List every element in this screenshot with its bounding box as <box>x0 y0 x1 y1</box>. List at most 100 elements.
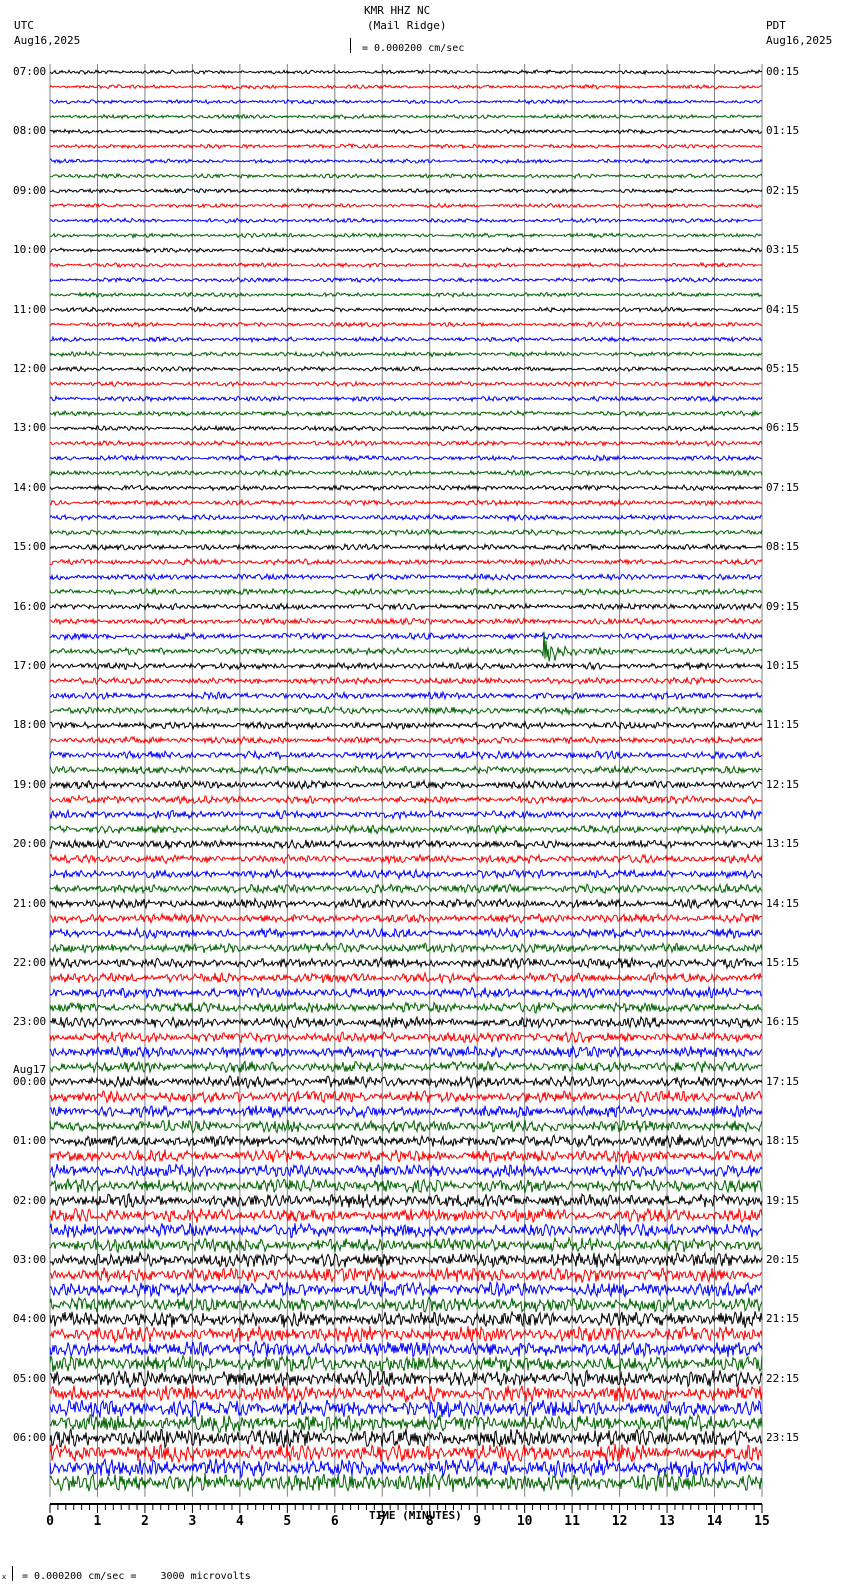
trace-07:15 <box>49 83 763 90</box>
trace-20:15 <box>49 852 763 866</box>
trace-00:15 <box>49 1090 763 1104</box>
trace-19:30 <box>49 808 762 821</box>
trace-12:30 <box>49 394 763 403</box>
trace-01:00 <box>49 1134 763 1149</box>
x-tick-label: 5 <box>283 1514 291 1529</box>
trace-12:00 <box>49 365 763 373</box>
trace-09:15 <box>49 202 763 210</box>
trace-17:15 <box>49 675 763 686</box>
trace-19:15 <box>49 793 763 805</box>
utc-hour-label: 09:00 <box>13 183 47 197</box>
trace-05:00 <box>50 1368 763 1389</box>
trace-17:45 <box>49 705 763 717</box>
trace-18:30 <box>49 749 763 761</box>
trace-18:45 <box>49 764 763 776</box>
trace-03:45 <box>49 1296 763 1314</box>
trace-13:15 <box>49 439 763 448</box>
pdt-hour-label: 13:15 <box>766 837 800 851</box>
trace-16:15 <box>49 616 763 626</box>
trace-04:45 <box>49 1354 763 1373</box>
utc-hour-label: 22:00 <box>13 956 47 969</box>
pdt-hour-label: 00:15 <box>766 65 800 78</box>
trace-08:30 <box>49 157 763 165</box>
trace-20:45 <box>49 882 763 895</box>
pdt-hour-label: 12:15 <box>766 777 800 791</box>
trace-20:00 <box>49 838 763 851</box>
pdt-hour-label: 16:15 <box>766 1015 800 1029</box>
date-change-label: Aug17 <box>13 1062 47 1076</box>
trace-11:45 <box>49 350 763 358</box>
trace-22:15 <box>49 970 763 985</box>
trace-05:15 <box>49 1385 763 1403</box>
trace-15:00 <box>49 542 763 552</box>
pdt-hour-label: 15:15 <box>766 956 800 969</box>
trace-07:45 <box>49 113 763 121</box>
pdt-hour-label: 09:15 <box>766 599 800 613</box>
trace-14:15 <box>49 498 763 507</box>
utc-hour-label: 17:00 <box>13 659 47 672</box>
trace-10:30 <box>49 276 763 284</box>
x-tick-label: 11 <box>564 1514 580 1529</box>
pdt-hour-label: 21:15 <box>766 1312 800 1326</box>
trace-08:15 <box>49 142 763 150</box>
trace-06:15 <box>49 1443 763 1464</box>
x-tick-label: 2 <box>141 1514 149 1529</box>
trace-19:45 <box>49 823 763 835</box>
pdt-hour-label: 04:15 <box>766 302 800 316</box>
x-tick-label: 1 <box>94 1514 102 1529</box>
trace-16:30 <box>50 631 763 642</box>
trace-21:15 <box>49 912 763 925</box>
trace-18:15 <box>49 735 763 746</box>
x-tick-label: 15 <box>754 1514 770 1529</box>
seismogram-plot: 0 1 2 3 4 5 6 7 8 9 10 11 12 13 14 15 <box>46 64 770 1529</box>
trace-23:15 <box>49 1030 763 1045</box>
trace-15:15 <box>50 557 763 568</box>
trace-11:30 <box>49 335 763 344</box>
utc-hour-label: 16:00 <box>13 599 47 613</box>
trace-06:30 <box>49 1457 763 1480</box>
x-tick-label: 14 <box>707 1514 723 1529</box>
x-tick-label: 4 <box>236 1514 244 1529</box>
pdt-hour-label: 18:15 <box>766 1134 800 1148</box>
trace-20:30 <box>49 868 763 881</box>
pdt-hour-label: 20:15 <box>766 1253 800 1266</box>
utc-hour-label: 11:00 <box>13 302 47 316</box>
trace-06:00 <box>49 1427 763 1450</box>
trace-11:15 <box>49 320 762 329</box>
utc-hour-label: 12:00 <box>13 362 47 375</box>
trace-09:45 <box>49 231 763 240</box>
pdt-hour-label: 19:15 <box>766 1193 800 1207</box>
trace-08:00 <box>49 128 763 135</box>
trace-02:15 <box>49 1207 763 1224</box>
trace-19:00 <box>49 778 763 791</box>
trace-03:30 <box>49 1280 763 1299</box>
trace-17:30 <box>49 690 763 701</box>
trace-04:00 <box>49 1310 763 1328</box>
trace-03:15 <box>50 1266 763 1284</box>
trace-06:45 <box>49 1471 763 1493</box>
pdt-hour-label: 01:15 <box>766 124 800 138</box>
utc-hour-label: 01:00 <box>13 1134 47 1148</box>
trace-14:30 <box>49 513 763 523</box>
utc-hour-label: 20:00 <box>13 837 47 851</box>
pdt-hour-label: 05:15 <box>766 362 800 375</box>
utc-hour-label: 05:00 <box>13 1371 47 1385</box>
pdt-hour-label: 17:15 <box>766 1074 800 1088</box>
utc-hour-label: 14:00 <box>13 480 47 494</box>
x-tick-label: 8 <box>426 1514 434 1529</box>
trace-13:45 <box>49 468 763 477</box>
pdt-hour-label: 23:15 <box>766 1431 800 1445</box>
trace-04:30 <box>49 1339 763 1359</box>
utc-hour-label: 06:00 <box>13 1431 47 1445</box>
x-tick-label: 13 <box>659 1514 675 1529</box>
trace-00:45 <box>49 1119 763 1135</box>
x-tick-label: 6 <box>331 1514 339 1529</box>
pdt-hour-label: 07:15 <box>766 480 800 494</box>
utc-hour-label: 03:00 <box>13 1253 47 1266</box>
trace-11:00 <box>49 306 763 313</box>
utc-hour-label: 13:00 <box>13 421 47 435</box>
trace-15:30 <box>49 572 763 582</box>
trace-13:30 <box>49 453 763 463</box>
trace-10:45 <box>49 291 763 299</box>
trace-14:00 <box>49 483 763 493</box>
